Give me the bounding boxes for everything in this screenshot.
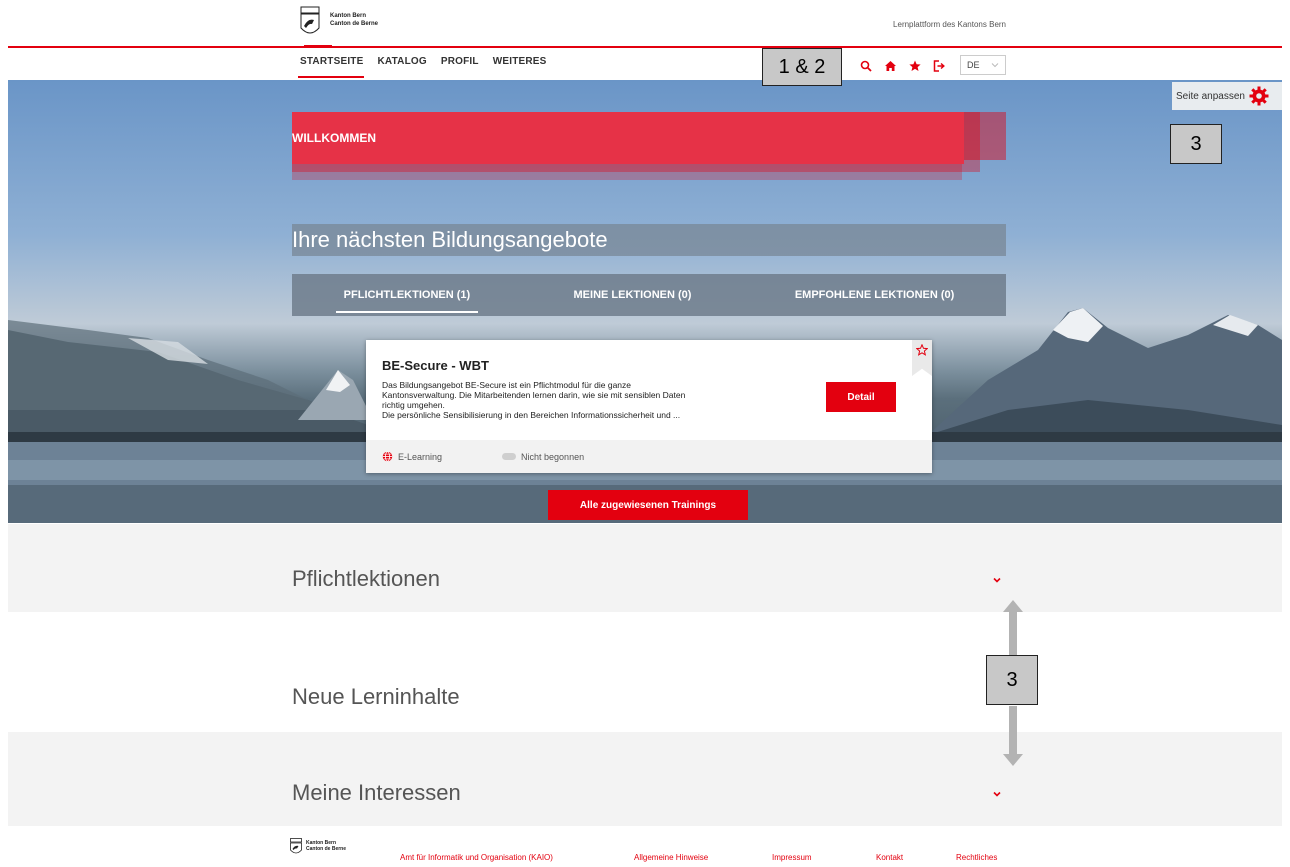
section-title: Meine Interessen xyxy=(292,780,461,805)
offers-heading: Ihre nächsten Bildungsangebote xyxy=(292,224,1006,256)
logo-line1: Kanton Bern xyxy=(330,13,366,19)
status-pill-icon xyxy=(502,453,517,460)
course-type: E-Learning xyxy=(382,451,442,462)
section-pflichtlektionen[interactable]: Pflichtlektionen xyxy=(8,524,1282,612)
description-line: Kantonsverwaltung. Die Mitarbeitenden le… xyxy=(382,390,686,400)
customize-page-button[interactable]: Seite anpassen xyxy=(1172,82,1282,110)
nav-profil[interactable]: PROFIL xyxy=(441,56,479,76)
welcome-banner: WILLKOMMEN xyxy=(292,112,964,164)
gear-icon xyxy=(1249,86,1269,106)
header xyxy=(0,0,1290,80)
footer-link-rechtliches[interactable]: Rechtliches xyxy=(956,853,997,862)
welcome-text: WILLKOMMEN xyxy=(292,131,376,145)
logout-icon[interactable] xyxy=(933,60,945,72)
search-icon[interactable] xyxy=(860,60,872,72)
footer-logo-text: Kanton Bern Canton de Berne xyxy=(306,840,346,852)
callout-label: 1 & 2 xyxy=(762,48,842,86)
bern-crest-icon xyxy=(300,6,320,34)
footer-link-kontakt[interactable]: Kontakt xyxy=(876,853,903,862)
arrow-up-icon xyxy=(1003,600,1023,656)
language-value: DE xyxy=(967,60,980,70)
home-icon[interactable] xyxy=(884,60,897,72)
tab-meine-lektionen[interactable]: MEINE LEKTIONEN (0) xyxy=(570,283,696,307)
chevron-down-icon xyxy=(991,63,999,68)
logo-line2: Canton de Berne xyxy=(330,21,379,27)
arrow-down-icon xyxy=(1003,706,1023,766)
course-title[interactable]: BE-Secure - WBT xyxy=(382,358,489,373)
footer-link-hinweise[interactable]: Allgemeine Hinweise xyxy=(634,853,708,862)
nav-startseite[interactable]: STARTSEITE xyxy=(300,56,363,76)
language-select[interactable]: DE xyxy=(960,55,1006,75)
section-neue-lerninhalte[interactable]: Neue Lerninhalte xyxy=(8,612,1282,732)
course-type-label: E-Learning xyxy=(398,451,443,462)
course-status-label: Nicht begonnen xyxy=(521,451,585,462)
nav-weiteres[interactable]: WEITERES xyxy=(493,56,547,76)
course-status: Nicht begonnen xyxy=(502,452,584,462)
footer-logo-line2: Canton de Berne xyxy=(306,846,347,852)
kanton-bern-logo[interactable]: Kanton Bern Canton de Berne xyxy=(300,6,420,48)
nav-katalog[interactable]: KATALOG xyxy=(377,56,426,76)
all-trainings-button[interactable]: Alle zugewiesenen Trainings xyxy=(548,490,748,520)
course-meta: E-Learning Nicht begonnen xyxy=(366,440,932,473)
globe-icon xyxy=(382,451,393,462)
footer: Kanton Bern Canton de Berne Amt für Info… xyxy=(0,826,1290,867)
header-divider xyxy=(8,46,1282,48)
star-icon[interactable] xyxy=(909,60,921,72)
footer-link-kaio[interactable]: Amt für Informatik und Organisation (KAI… xyxy=(400,853,553,862)
tab-empfohlene-lektionen[interactable]: EMPFOHLENE LEKTIONEN (0) xyxy=(791,283,959,307)
lesson-tabs: PFLICHTLEKTIONEN (1) MEINE LEKTIONEN (0)… xyxy=(292,274,1006,316)
section-title: Neue Lerninhalte xyxy=(292,684,460,709)
customize-label: Seite anpassen xyxy=(1176,90,1245,102)
chevron-down-icon[interactable] xyxy=(992,790,1002,798)
footer-link-impressum[interactable]: Impressum xyxy=(772,853,812,862)
description-line: Die persönliche Sensibilisierung in den … xyxy=(382,410,681,420)
main-nav: STARTSEITE KATALOG PROFIL WEITERES xyxy=(300,56,547,76)
callout-label: 3 xyxy=(1170,124,1222,164)
detail-button[interactable]: Detail xyxy=(826,382,896,412)
section-title: Pflichtlektionen xyxy=(292,566,440,591)
course-description: Das Bildungsangebot BE-Secure ist ein Pf… xyxy=(382,380,802,420)
course-card[interactable]: BE-Secure - WBT Das Bildungsangebot BE-S… xyxy=(366,340,932,473)
toolbar xyxy=(860,56,945,76)
description-line: Das Bildungsangebot BE-Secure ist ein Pf… xyxy=(382,380,632,390)
platform-name: Lernplattform des Kantons Bern xyxy=(893,20,1006,29)
favorite-star-icon[interactable] xyxy=(916,344,928,356)
nav-active-indicator xyxy=(298,76,364,78)
description-line: richtig umgehen. xyxy=(382,400,445,410)
section-meine-interessen[interactable]: Meine Interessen xyxy=(8,732,1282,826)
bern-crest-icon[interactable] xyxy=(290,838,302,856)
logo-text: Kanton Bern Canton de Berne xyxy=(330,12,378,28)
callout-label: 3 xyxy=(986,655,1038,705)
tab-pflichtlektionen[interactable]: PFLICHTLEKTIONEN (1) xyxy=(335,283,478,313)
chevron-down-icon[interactable] xyxy=(992,576,1002,584)
